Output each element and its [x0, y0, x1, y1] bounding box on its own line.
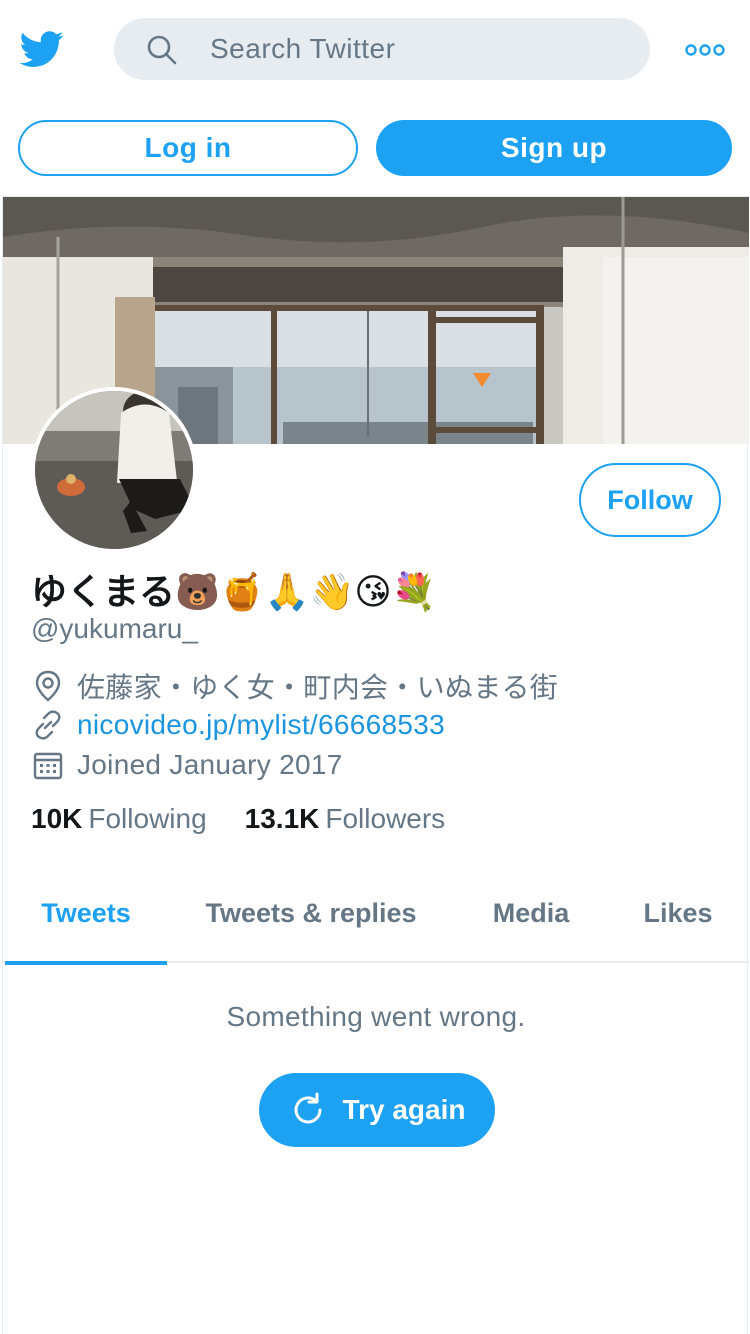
joined-row: Joined January 2017: [31, 747, 343, 783]
joined-text: Joined January 2017: [77, 749, 343, 780]
try-again-button[interactable]: Try again: [259, 1073, 495, 1147]
profile-tabs: Tweets Tweets & replies Media Likes: [3, 867, 749, 965]
followers-count: 13.1K: [244, 803, 320, 834]
refresh-icon: [294, 1092, 322, 1124]
website-link[interactable]: nicovideo.jp/mylist/66668533: [77, 709, 445, 741]
signup-button[interactable]: Sign up: [376, 120, 732, 176]
top-bar: [0, 0, 750, 100]
tab-tweets-replies[interactable]: Tweets & replies: [191, 867, 431, 963]
location-text: 佐藤家・ゆく女・町内会・いぬまる街: [77, 672, 559, 703]
followers-stat[interactable]: 13.1K Followers: [245, 803, 446, 834]
avatar-image: [35, 391, 193, 549]
search-bar[interactable]: [114, 18, 650, 80]
twitter-bird-icon[interactable]: [18, 27, 66, 71]
follow-button[interactable]: Follow: [579, 463, 721, 537]
handle: @yukumaru_: [31, 613, 198, 644]
website-row: nicovideo.jp/mylist/66668533: [31, 707, 445, 743]
followers-label: Followers: [325, 803, 446, 834]
follow-stats: 10K Following 13.1K Followers: [31, 803, 445, 835]
link-icon: [35, 710, 61, 740]
more-icon[interactable]: [684, 38, 726, 62]
profile-card: Follow ゆくまる🐻🍯🙏👋😘💐 @yukumaru_ 佐藤家・ゆく女・町内会…: [2, 196, 749, 1334]
display-name: ゆくまる🐻🍯🙏👋😘💐: [31, 572, 437, 613]
calendar-icon: [33, 752, 63, 780]
following-stat[interactable]: 10K Following: [31, 803, 207, 834]
search-icon: [147, 35, 177, 65]
login-button[interactable]: Log in: [18, 120, 358, 176]
following-label: Following: [88, 803, 207, 834]
tab-likes[interactable]: Likes: [625, 867, 731, 963]
following-count: 10K: [31, 803, 83, 834]
error-message: Something went wrong.: [226, 1001, 526, 1032]
location-row: 佐藤家・ゆく女・町内会・いぬまる街: [31, 668, 558, 704]
tab-tweets[interactable]: Tweets: [5, 867, 167, 965]
search-input[interactable]: [208, 18, 628, 80]
tab-media[interactable]: Media: [473, 867, 589, 963]
try-again-label: Try again: [342, 1094, 466, 1125]
avatar[interactable]: [31, 387, 197, 553]
location-icon: [35, 670, 61, 702]
